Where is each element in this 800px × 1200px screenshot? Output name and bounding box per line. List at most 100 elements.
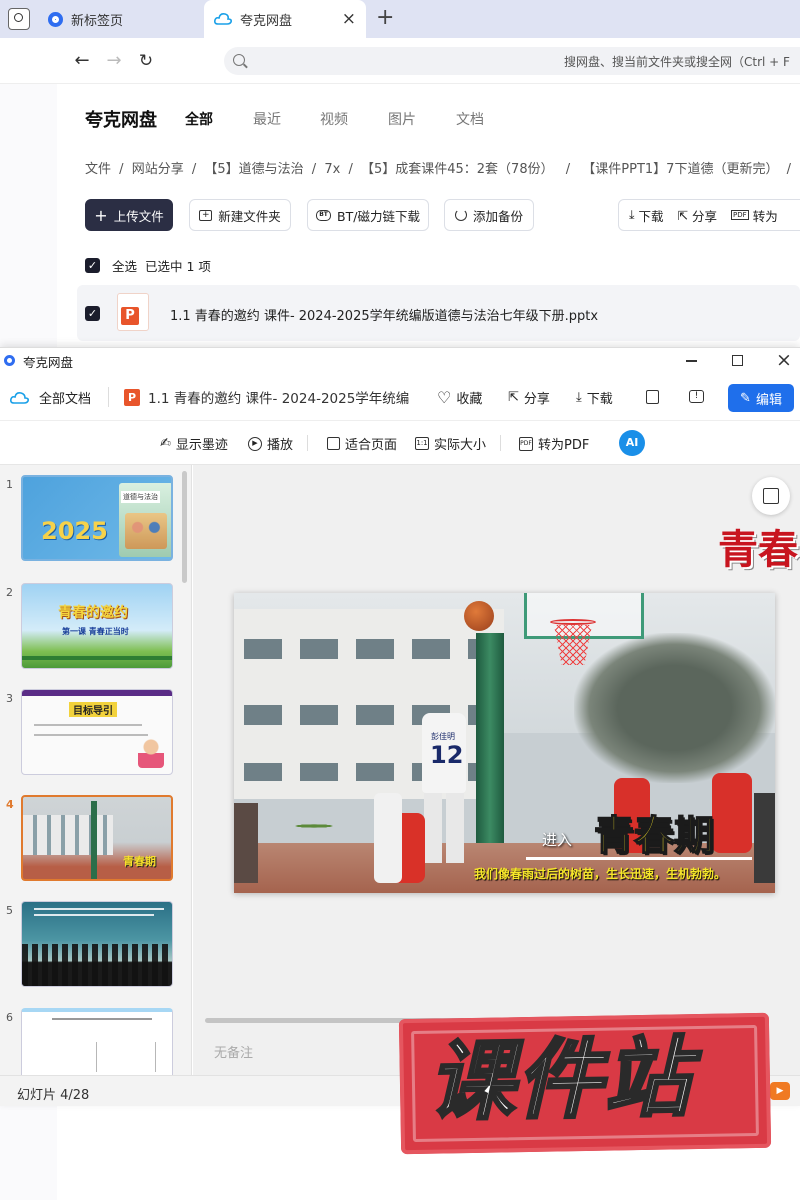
bt-label: BT/磁力链下载 xyxy=(337,208,420,224)
file-name[interactable]: 1.1 青春的邀约 课件- 2024-2025学年统编版道德与法治七年级下册.p… xyxy=(170,305,598,324)
select-all-row: ✓ 全选 已选中 1 项 xyxy=(85,256,211,275)
window-close-icon[interactable]: × xyxy=(776,349,792,371)
hoop-rim xyxy=(550,619,596,625)
thumbnail-4[interactable]: 青春期 xyxy=(21,795,173,881)
thumb-number: 2 xyxy=(6,586,13,599)
pptx-file-icon: P xyxy=(117,293,149,331)
address-bar[interactable]: 搜网盘、搜当前文件夹或搜全网（Ctrl + F xyxy=(224,47,800,75)
thumb-6-text-line xyxy=(52,1018,152,1020)
show-ink-label: 显示墨迹 xyxy=(175,438,228,453)
favorite-button[interactable]: ♡ 收藏 xyxy=(437,388,482,407)
forward-icon[interactable]: → xyxy=(104,51,124,71)
breadcrumb-item[interactable]: 文件 xyxy=(85,162,111,177)
thumb-3-character xyxy=(138,738,164,768)
reload-icon[interactable]: ↻ xyxy=(136,51,156,71)
sidebar-scrollbar[interactable] xyxy=(182,471,187,583)
selected-info: 已选中 1 项 xyxy=(145,259,211,274)
edit-label: 编辑 xyxy=(755,392,782,408)
breadcrumb-sep: / xyxy=(348,162,353,177)
tree xyxy=(574,633,775,783)
back-icon[interactable]: ← xyxy=(72,51,92,71)
convert-button[interactable]: PDF 转为 xyxy=(731,206,778,225)
bt-download-button[interactable]: BT BT/磁力链下载 xyxy=(307,199,429,231)
pencil-icon: ✎ xyxy=(740,390,751,406)
viewer-window: 夸克网盘 × 全部文档 P 1.1 青春的邀约 课件- 2024-2025学年统… xyxy=(0,347,800,1106)
export-icon[interactable] xyxy=(646,390,659,404)
current-slide: 12 彭佳明 进入 青春期 我们像春雨过后的树苗，生长迅速，生机勃勃。 xyxy=(234,593,775,893)
breadcrumb-item[interactable]: 【5】道德与法治 xyxy=(204,162,303,177)
viewer-share-label: 分享 xyxy=(523,392,550,407)
notes-area[interactable]: 无备注 xyxy=(214,1042,253,1061)
add-backup-button[interactable]: 添加备份 xyxy=(444,199,534,231)
nav-doc[interactable]: 文档 xyxy=(456,109,484,129)
breadcrumb-sep: / xyxy=(786,162,791,177)
breadcrumb-sep: / xyxy=(191,162,197,177)
slide-enter-text: 进入 xyxy=(542,831,573,849)
thumb-1-badge: 道德与法治 xyxy=(121,491,160,503)
all-docs-button[interactable]: 全部文档 xyxy=(10,388,91,407)
thumbnail-sidebar[interactable]: 1 2025 道德与法治 2 青春的邀约 第一课 青春正当时 3 目标导引 4 xyxy=(0,465,192,1075)
file-row[interactable]: ✓ P 1.1 青春的邀约 课件- 2024-2025学年统编版道德与法治七年级… xyxy=(77,285,800,341)
tab-quark-disk[interactable]: 夸克网盘 × xyxy=(204,0,366,38)
fit-icon xyxy=(327,437,340,450)
convert-label: 转为 xyxy=(752,208,778,224)
nav-all[interactable]: 全部 xyxy=(185,109,213,129)
basketball xyxy=(464,601,494,631)
maximize-icon[interactable] xyxy=(732,355,743,366)
tab-close-icon[interactable]: × xyxy=(342,9,356,29)
nav-recent[interactable]: 最近 xyxy=(253,109,281,129)
new-tab-button[interactable]: + xyxy=(376,5,394,30)
ai-assistant-icon[interactable]: AI xyxy=(619,430,645,456)
player-dark-edge xyxy=(754,793,775,883)
viewer-download-button[interactable]: ⤓ 下载 xyxy=(576,388,613,407)
thumbnail-3[interactable]: 目标导引 xyxy=(21,689,173,775)
download-button[interactable]: ⤓ 下载 xyxy=(629,206,664,225)
player-white-left xyxy=(374,793,402,883)
thumb-number: 6 xyxy=(6,1011,13,1024)
breadcrumb-item[interactable]: 【5】成套课件45：2套（78份） xyxy=(361,162,554,177)
watermark-text: 课件站 xyxy=(426,1027,695,1135)
thumb-5-text-line xyxy=(34,908,164,910)
browser-logo-icon xyxy=(48,11,63,27)
nav-video[interactable]: 视频 xyxy=(320,109,348,129)
play-button[interactable]: ▶ 播放 xyxy=(248,434,293,453)
nav-image[interactable]: 图片 xyxy=(388,109,416,129)
all-docs-label: 全部文档 xyxy=(39,392,92,407)
fit-page-button[interactable]: 适合页面 xyxy=(327,434,397,453)
actual-size-button[interactable]: 1:1 实际大小 xyxy=(415,434,486,453)
breadcrumb-sep: / xyxy=(119,162,124,177)
edit-button[interactable]: ✎ 编辑 xyxy=(728,384,794,412)
breadcrumb-item[interactable]: 7x xyxy=(324,162,340,177)
thumb-2-title: 青春的邀约 xyxy=(58,605,128,621)
minimize-icon[interactable] xyxy=(686,360,697,362)
toolbar-divider xyxy=(500,435,501,451)
breadcrumb-item[interactable]: 【课件PPT1】7下道德（更新完） xyxy=(582,162,778,177)
browser-nav-bar: ← → ↻ 搜网盘、搜当前文件夹或搜全网（Ctrl + F xyxy=(0,38,800,84)
show-ink-button[interactable]: ✍ 显示墨迹 xyxy=(160,434,228,453)
select-all-checkbox[interactable]: ✓ xyxy=(85,258,100,273)
feedback-icon[interactable]: ! xyxy=(689,390,704,403)
thumbnail-5[interactable] xyxy=(21,901,173,987)
select-all-label[interactable]: 全选 xyxy=(112,256,137,275)
slideshow-icon[interactable]: ▶ xyxy=(770,1082,790,1100)
viewer-share-button[interactable]: ⇱ 分享 xyxy=(508,388,550,407)
file-checkbox[interactable]: ✓ xyxy=(85,306,100,321)
viewer-subtoolbar: ✍ 显示墨迹 ▶ 播放 适合页面 1:1 实际大小 PDF 转为PDF AI xyxy=(0,421,800,465)
to-pdf-button[interactable]: PDF 转为PDF xyxy=(519,434,589,453)
share-icon: ⇱ xyxy=(677,207,689,223)
upload-button[interactable]: + 上传文件 xyxy=(85,199,173,231)
share-button[interactable]: ⇱ 分享 xyxy=(678,206,718,225)
heart-icon: ♡ xyxy=(437,388,452,407)
breadcrumb-item[interactable]: 网站分享 xyxy=(132,162,184,177)
new-folder-button[interactable]: + 新建文件夹 xyxy=(189,199,291,231)
thumbnail-1[interactable]: 2025 道德与法治 xyxy=(21,475,173,561)
thumbnail-6[interactable] xyxy=(21,1008,173,1075)
thumbnail-2[interactable]: 青春的邀约 第一课 青春正当时 xyxy=(21,583,173,669)
tab-search-icon[interactable] xyxy=(8,8,30,30)
slide-title-underline xyxy=(526,857,752,860)
slide-ocr-icon[interactable] xyxy=(752,477,790,515)
building-windows xyxy=(244,639,494,659)
download-icon: ⤓ xyxy=(576,390,582,405)
tab-new[interactable]: 新标签页 xyxy=(40,0,200,38)
thumb-4-pole xyxy=(91,801,97,879)
